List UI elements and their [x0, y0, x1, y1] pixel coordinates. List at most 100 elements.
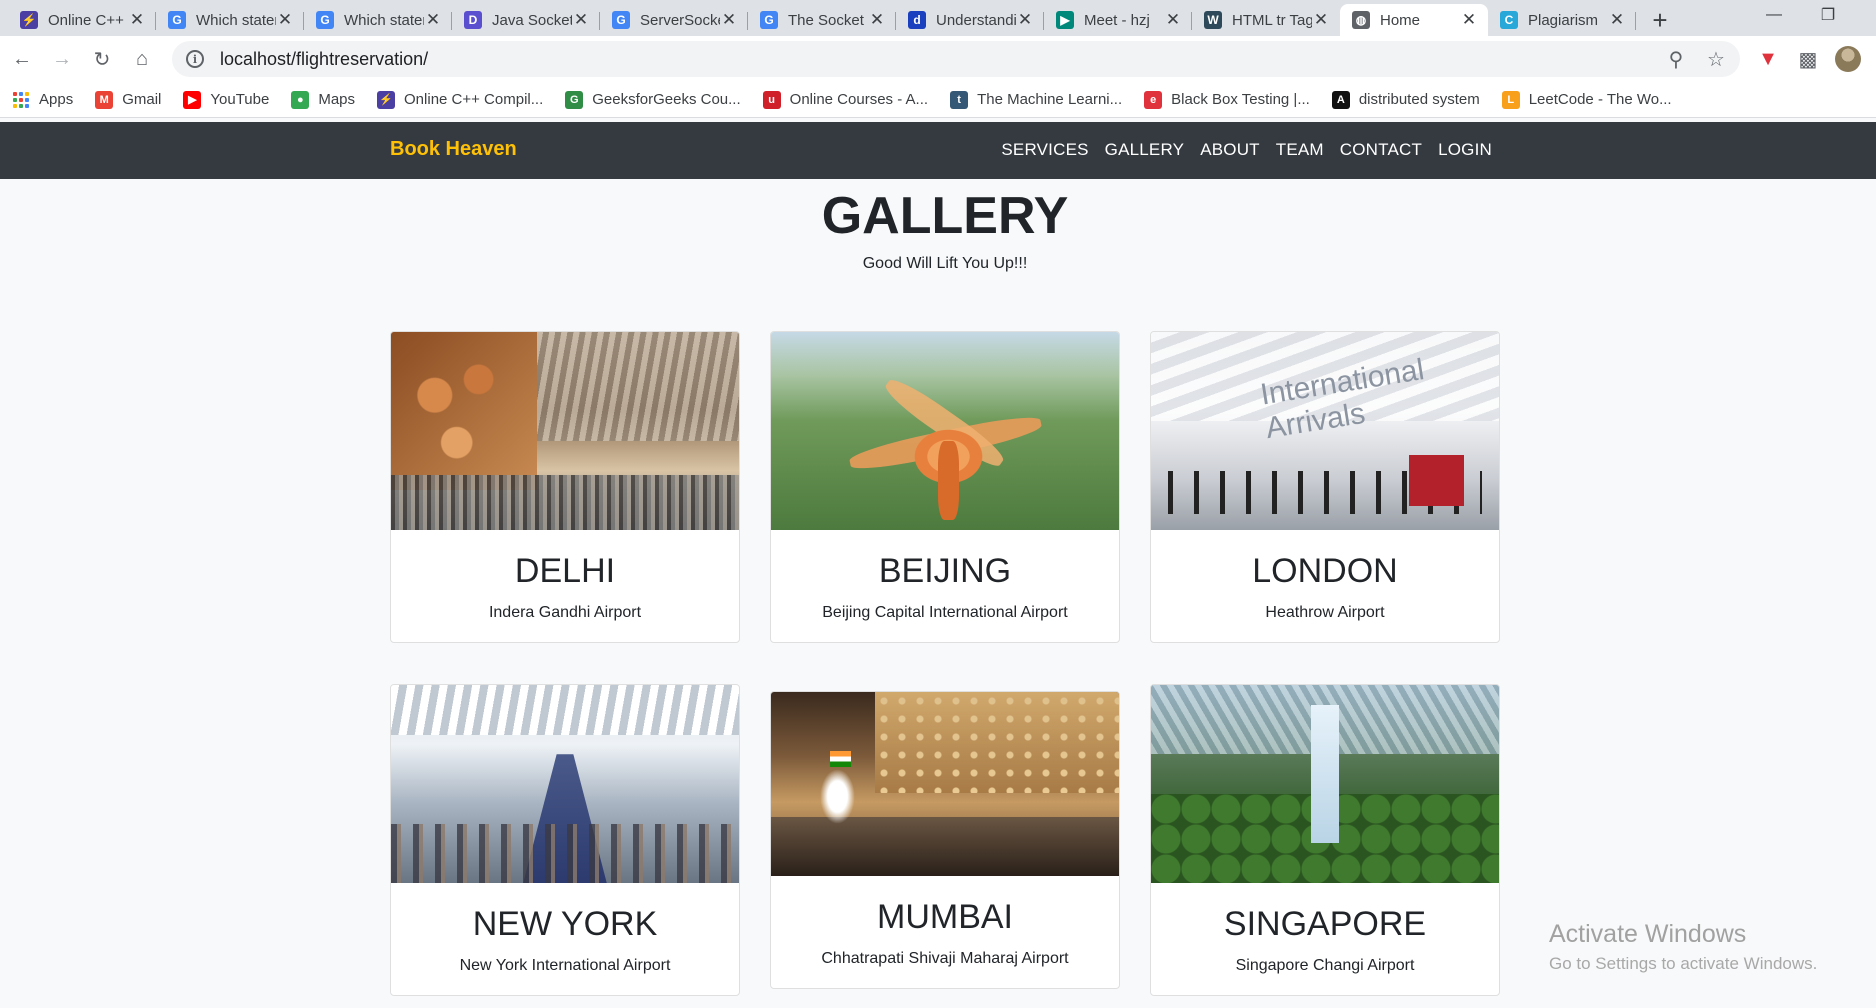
browser-tab[interactable]: G Which statement✕ — [304, 4, 452, 36]
gallery-card-new-york[interactable]: NEW YORK New York International Airport — [390, 684, 740, 996]
close-icon[interactable]: ✕ — [720, 10, 738, 30]
nav-links: SERVICES GALLERY ABOUT TEAM CONTACT LOGIN — [1001, 140, 1492, 160]
url-text[interactable]: localhost/flightreservation/ — [220, 49, 1660, 70]
close-icon[interactable]: ✕ — [1164, 10, 1182, 30]
browser-tab[interactable]: ⚡ Online C++ Compiler✕ — [8, 4, 156, 36]
tab-title: Understanding — [936, 11, 1016, 29]
browser-tab[interactable]: G ServerSocket✕ — [600, 4, 748, 36]
zoom-icon[interactable]: ⚲ — [1660, 43, 1692, 75]
gallery-card-singapore[interactable]: SINGAPORE Singapore Changi Airport — [1150, 684, 1500, 996]
bookmark-item[interactable]: ● Maps — [291, 90, 356, 109]
delhi-airport-image — [391, 332, 739, 530]
bookmark-label: Black Box Testing |... — [1171, 91, 1310, 108]
bookmark-item[interactable]: G GeeksforGeeks Cou... — [565, 90, 741, 109]
nav-link-login[interactable]: LOGIN — [1438, 140, 1492, 160]
bookmark-label: LeetCode - The Wo... — [1528, 91, 1672, 108]
lightning-icon: ⚡ — [377, 90, 396, 109]
forward-button[interactable]: → — [46, 43, 78, 75]
browser-toolbar: ← → ↻ ⌂ i localhost/flightreservation/ ⚲… — [0, 36, 1876, 82]
card-city: LONDON — [1252, 552, 1398, 590]
browser-tab[interactable]: ◍ Home ✕ — [1340, 4, 1488, 36]
brand-logo[interactable]: Book Heaven — [390, 138, 517, 161]
bookmark-item[interactable]: M Gmail — [95, 90, 162, 109]
page-title: GALLERY — [821, 187, 1069, 245]
reload-button[interactable]: ↻ — [86, 43, 118, 75]
google-icon: G — [760, 11, 778, 29]
nav-link-gallery[interactable]: GALLERY — [1105, 140, 1185, 160]
tab-list: ⚡Online C++ Compiler✕GWhich statement✕GW… — [0, 4, 1636, 36]
bookmark-item[interactable]: Apps — [12, 91, 73, 109]
restore-button[interactable]: ❐ — [1808, 0, 1848, 30]
tab-title: Meet - hzj — [1084, 11, 1150, 29]
singapore-airport-image — [1151, 685, 1499, 883]
tab-title: Java Socket — [492, 11, 572, 29]
minimize-button[interactable]: — — [1754, 0, 1794, 30]
gallery-card-mumbai[interactable]: MUMBAI Chhatrapati Shivaji Maharaj Airpo… — [770, 691, 1120, 989]
browser-tab[interactable]: d Understanding✕ — [896, 4, 1044, 36]
bookmark-item[interactable]: L LeetCode - The Wo... — [1501, 90, 1672, 109]
google-icon: G — [316, 11, 334, 29]
new-tab-button[interactable]: + — [1642, 4, 1678, 36]
bookmark-star-icon[interactable]: ☆ — [1700, 43, 1732, 75]
profile-avatar[interactable] — [1832, 43, 1864, 75]
close-icon[interactable]: ✕ — [1016, 10, 1034, 30]
bookmark-item[interactable]: Adistributed system — [1331, 90, 1480, 109]
google-icon: G — [612, 11, 630, 29]
bookmark-item[interactable]: u Online Courses - A... — [762, 90, 928, 109]
bookmark-item[interactable]: ⚡ Online C++ Compil... — [377, 90, 543, 109]
c-logo-icon: C — [1500, 11, 1518, 29]
bookmark-item[interactable]: ▶ YouTube — [183, 90, 269, 109]
a-logo-icon: A — [1331, 90, 1350, 109]
close-icon[interactable]: ✕ — [424, 10, 442, 30]
gallery-card-london[interactable]: International Arrivals LONDON Heathrow A… — [1150, 331, 1500, 643]
card-city: BEIJING — [878, 552, 1012, 590]
gallery-card-delhi[interactable]: DELHI Indera Gandhi Airport — [390, 331, 740, 643]
bookmarks-bar: Apps M Gmail ▶ YouTube ● Maps ⚡ Online C++ Compi… — [0, 82, 1876, 118]
close-icon[interactable]: ✕ — [1312, 10, 1330, 30]
tab-strip: ⚡Online C++ Compiler✕GWhich statement✕GW… — [0, 0, 1876, 36]
close-icon[interactable]: ✕ — [1608, 10, 1626, 30]
site-info-icon[interactable]: i — [186, 50, 204, 68]
browser-tab[interactable]: G Which statement✕ — [156, 4, 304, 36]
card-airport: Heathrow Airport — [1265, 604, 1385, 621]
extensions-puzzle-icon[interactable]: ▩ — [1792, 43, 1824, 75]
nav-link-team[interactable]: TEAM — [1276, 140, 1324, 160]
browser-tab[interactable]: D Java Socket ✕ — [452, 4, 600, 36]
bookmark-item[interactable]: e Black Box Testing |... — [1144, 90, 1310, 109]
card-airport: Chhatrapati Shivaji Maharaj Airport — [821, 950, 1069, 967]
close-icon[interactable]: ✕ — [868, 10, 886, 30]
tds-icon: t — [950, 90, 969, 109]
bookmark-label: The Machine Learni... — [977, 91, 1123, 108]
browser-tab[interactable]: G The Socket ✕ — [748, 4, 896, 36]
tab-title: Which statement — [196, 11, 276, 29]
d-logo-icon: D — [464, 11, 482, 29]
bookmark-label: Maps — [318, 91, 356, 108]
nav-link-about[interactable]: ABOUT — [1200, 140, 1260, 160]
browser-tab[interactable]: W HTML tr Tag ✕ — [1192, 4, 1340, 36]
address-bar[interactable]: i localhost/flightreservation/ ⚲ ☆ — [172, 41, 1740, 77]
bookmark-label: Apps — [39, 91, 74, 108]
gallery-card-beijing[interactable]: BEIJING Beijing Capital International Ai… — [770, 331, 1120, 643]
close-icon[interactable]: ✕ — [572, 10, 590, 30]
card-city: MUMBAI — [877, 898, 1013, 936]
browser-tab[interactable]: C Plagiarism ✕ — [1488, 4, 1636, 36]
apps-grid-icon — [12, 91, 30, 109]
nav-link-services[interactable]: SERVICES — [1001, 140, 1088, 160]
back-button[interactable]: ← — [6, 43, 38, 75]
w3-icon: W — [1204, 11, 1222, 29]
beijing-airport-image — [771, 332, 1119, 530]
tab-title: Plagiarism — [1528, 11, 1599, 29]
close-icon[interactable]: ✕ — [1460, 10, 1478, 30]
bookmark-item[interactable]: t The Machine Learni... — [950, 90, 1123, 109]
globe-icon: ◍ — [1352, 11, 1370, 29]
activate-windows-title: Activate Windows — [1549, 920, 1747, 948]
close-icon[interactable]: ✕ — [128, 10, 146, 30]
close-icon[interactable]: ✕ — [276, 10, 294, 30]
browser-tab[interactable]: ▶ Meet - hzj ✕ — [1044, 4, 1192, 36]
bookmark-label: Gmail — [122, 91, 162, 108]
nav-link-contact[interactable]: CONTACT — [1340, 140, 1422, 160]
site-navbar: Book Heaven SERVICES GALLERY ABOUT TEAM CONT… — [0, 122, 1876, 179]
pocket-extension-icon[interactable]: ▼ — [1752, 43, 1784, 75]
home-button[interactable]: ⌂ — [126, 43, 158, 75]
bookmark-label: distributed system — [1358, 91, 1480, 108]
